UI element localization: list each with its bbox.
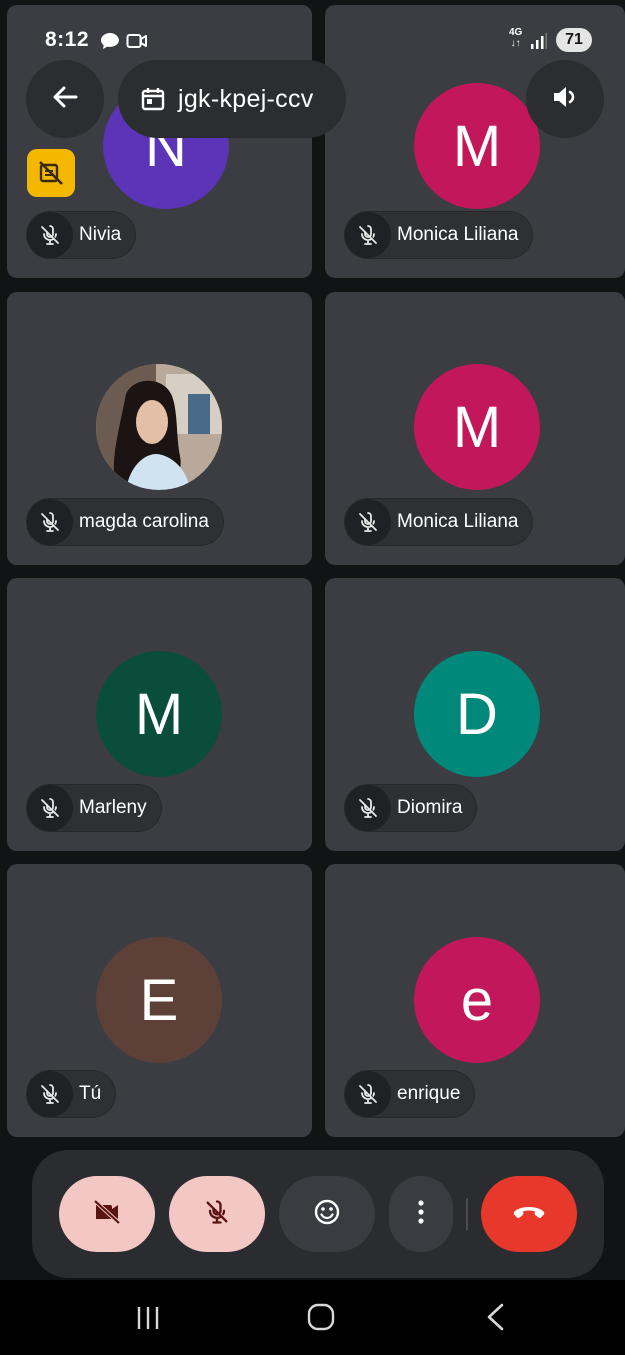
participant-avatar: D xyxy=(414,651,540,777)
more-vert-icon xyxy=(417,1199,425,1230)
participant-name-chip: Monica Liliana xyxy=(345,499,533,545)
mic-off-icon xyxy=(203,1198,231,1231)
participant-tile[interactable]: E Tú xyxy=(7,864,312,1137)
battery-level: 71 xyxy=(556,28,592,52)
participant-name: magda carolina xyxy=(79,511,209,532)
participant-tile[interactable]: M Monica Liliana xyxy=(325,292,625,565)
participant-name: Marleny xyxy=(79,797,147,818)
hang-up-icon xyxy=(512,1203,546,1226)
participant-photo xyxy=(96,364,222,490)
participant-name-chip: Tú xyxy=(27,1071,116,1117)
camera-off-icon xyxy=(92,1197,122,1232)
participant-avatar: e xyxy=(414,937,540,1063)
mic-off-icon xyxy=(345,499,391,545)
meeting-code: jgk-kpej-ccv xyxy=(178,84,314,113)
participant-name-chip: Monica Liliana xyxy=(345,212,533,258)
back-nav-icon[interactable] xyxy=(484,1302,508,1337)
participant-name: Tú xyxy=(79,1083,102,1104)
participant-name-chip: Nivia xyxy=(27,212,136,258)
participant-tile[interactable]: M Marleny xyxy=(7,578,312,851)
camera-toggle-button[interactable] xyxy=(59,1176,155,1252)
participant-name: Diomira xyxy=(397,797,463,818)
status-time: 8:12 xyxy=(45,28,90,51)
host-controls-icon[interactable] xyxy=(27,149,75,197)
participant-name-chip: Marleny xyxy=(27,785,161,831)
mic-off-icon xyxy=(27,1071,73,1117)
microphone-toggle-button[interactable] xyxy=(169,1176,265,1252)
mic-off-icon xyxy=(345,1071,391,1117)
meet-call-screen: 8:12 4G ↓↑ 71 N Nivia M Monica Liliana m… xyxy=(0,0,625,1355)
status-bar: 8:12 4G ↓↑ 71 xyxy=(0,0,625,60)
back-button[interactable] xyxy=(26,60,104,138)
participant-avatar: E xyxy=(96,937,222,1063)
speaker-icon xyxy=(550,82,580,117)
mic-off-icon xyxy=(345,785,391,831)
signal-icon xyxy=(530,32,548,55)
participant-name-chip: enrique xyxy=(345,1071,475,1117)
leave-call-button[interactable] xyxy=(481,1176,577,1252)
call-controls-bar xyxy=(32,1150,604,1278)
mic-off-icon xyxy=(345,212,391,258)
system-navigation-bar xyxy=(0,1280,625,1355)
participant-name-chip: Diomira xyxy=(345,785,477,831)
participant-name: Nivia xyxy=(79,224,122,245)
participant-tile[interactable]: e enrique xyxy=(325,864,625,1137)
recent-apps-icon[interactable] xyxy=(134,1304,162,1337)
calendar-icon xyxy=(140,86,166,112)
mic-off-icon xyxy=(27,212,73,258)
network-type: 4G xyxy=(509,27,523,38)
video-recording-icon xyxy=(126,33,148,54)
participant-tile[interactable]: magda carolina xyxy=(7,292,312,565)
meeting-info-button[interactable]: jgk-kpej-ccv xyxy=(118,60,346,138)
participant-name: Monica Liliana xyxy=(397,224,519,245)
arrow-left-icon xyxy=(50,82,80,117)
participant-avatar: M xyxy=(414,83,540,209)
participant-name: enrique xyxy=(397,1083,461,1104)
mic-off-icon xyxy=(27,785,73,831)
participant-avatar: M xyxy=(414,364,540,490)
participant-name-chip: magda carolina xyxy=(27,499,223,545)
controls-divider xyxy=(466,1198,468,1230)
participant-name: Monica Liliana xyxy=(397,511,519,532)
audio-output-button[interactable] xyxy=(526,60,604,138)
chat-notification-icon xyxy=(100,32,120,55)
participant-tile[interactable]: D Diomira xyxy=(325,578,625,851)
more-options-button[interactable] xyxy=(389,1176,453,1252)
reactions-button[interactable] xyxy=(279,1176,375,1252)
home-icon[interactable] xyxy=(306,1302,336,1337)
mic-off-icon xyxy=(27,499,73,545)
network-indicator: 4G ↓↑ xyxy=(509,27,523,49)
emoji-icon xyxy=(313,1198,341,1231)
participant-avatar: M xyxy=(96,651,222,777)
